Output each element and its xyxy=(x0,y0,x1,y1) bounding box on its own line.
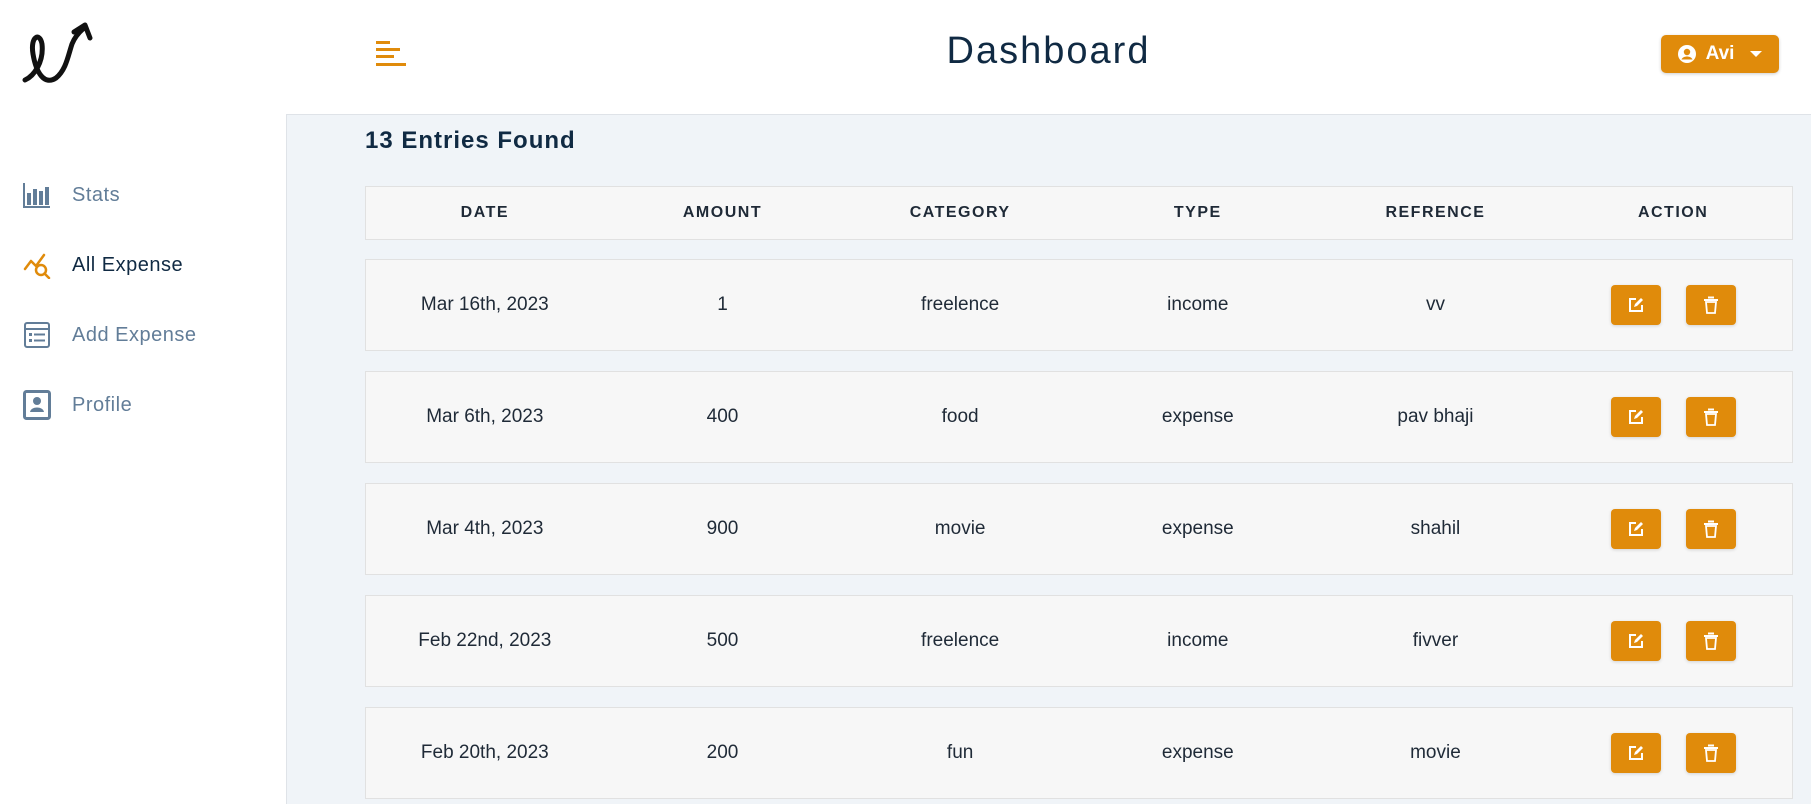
cell-category: freelence xyxy=(921,294,1000,315)
cell-amount: 400 xyxy=(706,406,739,427)
sidebar-item-label: All Expense xyxy=(72,253,184,276)
edit-button[interactable] xyxy=(1610,621,1661,661)
user-circle-icon xyxy=(1677,44,1697,64)
table-row: Mar 4th, 2023 900 movie expense shahil xyxy=(365,483,1793,575)
user-menu-button[interactable]: Avi xyxy=(1661,35,1779,73)
expense-logo-icon[interactable] xyxy=(22,22,102,88)
edit-icon xyxy=(1627,520,1645,538)
column-header-amount: AMOUNT xyxy=(682,204,763,221)
cell-amount: 500 xyxy=(706,630,739,651)
cell-amount: 200 xyxy=(706,742,739,763)
cell-actions xyxy=(1554,621,1792,661)
profile-card-icon xyxy=(22,390,52,420)
table-header: DATE AMOUNT CATEGORY TYPE REFRENCE ACTIO… xyxy=(365,186,1793,240)
edit-button[interactable] xyxy=(1610,397,1661,437)
edit-button[interactable] xyxy=(1610,509,1661,549)
column-header-reference: REFRENCE xyxy=(1385,204,1486,221)
edit-button[interactable] xyxy=(1610,733,1661,773)
edit-icon xyxy=(1627,296,1645,314)
cell-category: freelence xyxy=(921,630,1000,651)
top-header: Dashboard Avi xyxy=(286,0,1811,115)
trash-icon xyxy=(1703,408,1719,426)
cell-amount: 900 xyxy=(706,518,739,539)
cell-reference: movie xyxy=(1410,742,1461,763)
sidebar-item-label: Add Expense xyxy=(72,323,197,346)
edit-icon xyxy=(1627,632,1645,650)
cell-actions xyxy=(1554,733,1792,773)
bar-chart-icon xyxy=(22,180,52,210)
cell-actions xyxy=(1554,285,1792,325)
cell-category: fun xyxy=(946,742,974,763)
cell-reference: fivver xyxy=(1412,630,1459,651)
trash-icon xyxy=(1703,744,1719,762)
cell-date: Mar 4th, 2023 xyxy=(426,518,544,539)
caret-down-icon xyxy=(1749,49,1763,59)
cell-category: movie xyxy=(934,518,986,539)
delete-button[interactable] xyxy=(1685,285,1736,325)
entries-count: 13 Entries Found xyxy=(365,127,576,154)
trash-icon xyxy=(1703,296,1719,314)
column-header-type: TYPE xyxy=(1173,204,1222,221)
cell-actions xyxy=(1554,397,1792,437)
edit-icon xyxy=(1627,744,1645,762)
main-content: 13 Entries Found DATE AMOUNT CATEGORY TY… xyxy=(287,115,1811,804)
cell-category: food xyxy=(941,406,979,427)
delete-button[interactable] xyxy=(1685,733,1736,773)
sidebar-item-label: Stats xyxy=(72,183,121,206)
cell-type: expense xyxy=(1161,406,1234,427)
column-header-date: DATE xyxy=(460,204,510,221)
trash-icon xyxy=(1703,632,1719,650)
trash-icon xyxy=(1703,520,1719,538)
cell-type: income xyxy=(1167,294,1229,315)
column-header-action: ACTION xyxy=(1637,204,1709,221)
column-header-category: CATEGORY xyxy=(909,204,1011,221)
sidebar-item-add-expense[interactable]: Add Expense xyxy=(0,300,286,370)
cell-reference: pav bhaji xyxy=(1397,406,1474,427)
user-name: Avi xyxy=(1705,43,1735,64)
table-row: Mar 6th, 2023 400 food expense pav bhaji xyxy=(365,371,1793,463)
sidebar-nav: Stats All Expense Add Expense Profile xyxy=(0,160,286,440)
delete-button[interactable] xyxy=(1685,621,1736,661)
cell-reference: vv xyxy=(1425,294,1445,315)
sidebar-item-all-expense[interactable]: All Expense xyxy=(0,230,286,300)
cell-type: expense xyxy=(1161,518,1234,539)
form-list-icon xyxy=(22,320,52,350)
edit-icon xyxy=(1627,408,1645,426)
sidebar-item-profile[interactable]: Profile xyxy=(0,370,286,440)
page-title: Dashboard xyxy=(946,30,1151,72)
sidebar-item-label: Profile xyxy=(72,393,133,416)
cell-date: Mar 6th, 2023 xyxy=(426,406,544,427)
cell-date: Feb 20th, 2023 xyxy=(420,742,549,763)
delete-button[interactable] xyxy=(1685,397,1736,437)
cell-reference: shahil xyxy=(1410,518,1461,539)
table-row: Feb 20th, 2023 200 fun expense movie xyxy=(365,707,1793,799)
sidebar-item-stats[interactable]: Stats xyxy=(0,160,286,230)
cell-type: income xyxy=(1167,630,1229,651)
table-row: Feb 22nd, 2023 500 freelence income fivv… xyxy=(365,595,1793,687)
cell-actions xyxy=(1554,509,1792,549)
edit-button[interactable] xyxy=(1610,285,1661,325)
cell-date: Mar 16th, 2023 xyxy=(420,294,549,315)
cell-type: expense xyxy=(1161,742,1234,763)
chart-search-icon xyxy=(22,250,52,280)
cell-date: Feb 22nd, 2023 xyxy=(418,630,552,651)
delete-button[interactable] xyxy=(1685,509,1736,549)
table-row: Mar 16th, 2023 1 freelence income vv xyxy=(365,259,1793,351)
sidebar: Stats All Expense Add Expense Profile xyxy=(0,0,287,804)
cell-amount: 1 xyxy=(717,294,728,315)
